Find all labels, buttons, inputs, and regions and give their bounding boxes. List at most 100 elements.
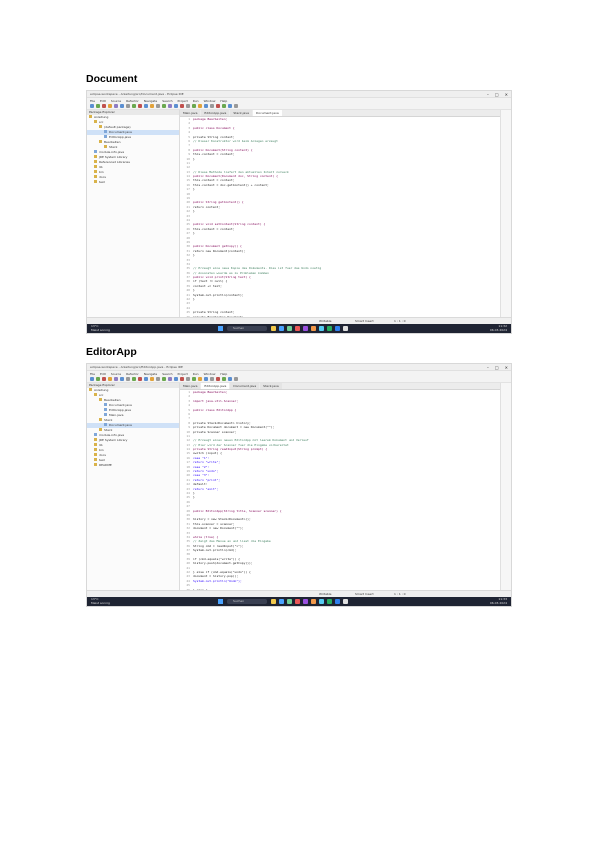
taskbar-app-icon[interactable] bbox=[303, 599, 308, 604]
toolbar-button[interactable] bbox=[192, 377, 196, 381]
taskbar-app-icon[interactable] bbox=[311, 599, 316, 604]
taskbar-app-icon[interactable] bbox=[303, 326, 308, 331]
editor-tab[interactable]: Main.java bbox=[180, 383, 201, 389]
toolbar-button[interactable] bbox=[150, 104, 154, 108]
toolbar-button[interactable] bbox=[162, 104, 166, 108]
taskbar-search[interactable]: Suchen bbox=[227, 599, 267, 604]
toolbar-button[interactable] bbox=[156, 377, 160, 381]
code-area[interactable]: 1 package Bearbeiten; 2 3 public class Docum… bbox=[180, 117, 500, 317]
taskbar-app-icon[interactable] bbox=[343, 599, 348, 604]
editor-tab[interactable]: EditorApp.java bbox=[201, 110, 230, 116]
toolbar-button[interactable] bbox=[186, 104, 190, 108]
toolbar-button[interactable] bbox=[198, 104, 202, 108]
taskbar-app-icon[interactable] bbox=[287, 599, 292, 604]
toolbar-button[interactable] bbox=[162, 377, 166, 381]
taskbar-search[interactable]: Suchen bbox=[227, 326, 267, 331]
taskbar-app-icon[interactable] bbox=[319, 326, 324, 331]
toolbar-button[interactable] bbox=[216, 377, 220, 381]
menu-item[interactable]: Project bbox=[178, 372, 188, 376]
toolbar-button[interactable] bbox=[216, 104, 220, 108]
toolbar-button[interactable] bbox=[150, 377, 154, 381]
maximize-icon[interactable]: □ bbox=[495, 92, 499, 97]
toolbar-button[interactable] bbox=[90, 104, 94, 108]
toolbar-button[interactable] bbox=[234, 104, 238, 108]
taskbar-clock[interactable]: 11:33 06.03.2024 bbox=[490, 597, 507, 605]
taskbar-clock[interactable]: 11:32 06.03.2024 bbox=[490, 324, 507, 332]
editor-tab[interactable]: Stack.java bbox=[260, 383, 282, 389]
toolbar-button[interactable] bbox=[228, 377, 232, 381]
minimize-icon[interactable]: – bbox=[487, 365, 489, 370]
menu-item[interactable]: Refactor bbox=[126, 99, 139, 103]
toolbar-button[interactable] bbox=[120, 104, 124, 108]
toolbar-button[interactable] bbox=[114, 377, 118, 381]
toolbar-button[interactable] bbox=[180, 104, 184, 108]
menu-item[interactable]: Help bbox=[220, 372, 227, 376]
toolbar-button[interactable] bbox=[102, 377, 106, 381]
toolbar-button[interactable] bbox=[234, 377, 238, 381]
menu-item[interactable]: Refactor bbox=[126, 372, 139, 376]
taskbar-app-icon[interactable] bbox=[335, 599, 340, 604]
taskbar-app-icon[interactable] bbox=[279, 599, 284, 604]
menu-item[interactable]: Source bbox=[111, 372, 121, 376]
weather-widget[interactable]: 13°C Meist sonnig bbox=[91, 324, 110, 332]
tree-item[interactable]: test bbox=[87, 180, 179, 185]
menu-item[interactable]: Source bbox=[111, 99, 121, 103]
close-icon[interactable]: ✕ bbox=[505, 365, 508, 370]
toolbar-button[interactable] bbox=[138, 377, 142, 381]
toolbar-button[interactable] bbox=[120, 377, 124, 381]
toolbar-button[interactable] bbox=[198, 377, 202, 381]
toolbar-button[interactable] bbox=[138, 104, 142, 108]
toolbar-button[interactable] bbox=[204, 104, 208, 108]
menu-item[interactable]: Edit bbox=[100, 372, 106, 376]
editor-tab[interactable]: Document.java bbox=[230, 383, 260, 389]
editor-tab[interactable]: EditorApp.java bbox=[201, 383, 230, 389]
toolbar-button[interactable] bbox=[156, 104, 160, 108]
toolbar-button[interactable] bbox=[114, 104, 118, 108]
windows-start-icon[interactable] bbox=[218, 326, 223, 331]
toolbar-button[interactable] bbox=[210, 104, 214, 108]
taskbar-app-icon[interactable] bbox=[335, 326, 340, 331]
close-icon[interactable]: ✕ bbox=[505, 92, 508, 97]
menu-item[interactable]: Help bbox=[220, 99, 227, 103]
toolbar-button[interactable] bbox=[96, 104, 100, 108]
toolbar-button[interactable] bbox=[174, 104, 178, 108]
menu-item[interactable]: Search bbox=[162, 372, 172, 376]
toolbar-button[interactable] bbox=[228, 104, 232, 108]
toolbar-button[interactable] bbox=[144, 104, 148, 108]
toolbar-button[interactable] bbox=[126, 104, 130, 108]
tree-item[interactable]: README bbox=[87, 463, 179, 468]
toolbar-button[interactable] bbox=[144, 377, 148, 381]
menu-item[interactable]: Edit bbox=[100, 99, 106, 103]
editor-tab[interactable]: Stack.java bbox=[230, 110, 252, 116]
menu-item[interactable]: Run bbox=[193, 99, 199, 103]
menu-item[interactable]: Search bbox=[162, 99, 172, 103]
menu-item[interactable]: Run bbox=[193, 372, 199, 376]
toolbar-button[interactable] bbox=[90, 377, 94, 381]
menu-item[interactable]: File bbox=[90, 99, 95, 103]
toolbar-button[interactable] bbox=[186, 377, 190, 381]
taskbar-app-icon[interactable] bbox=[343, 326, 348, 331]
taskbar-app-icon[interactable] bbox=[287, 326, 292, 331]
toolbar-button[interactable] bbox=[192, 104, 196, 108]
taskbar-app-icon[interactable] bbox=[295, 599, 300, 604]
toolbar-button[interactable] bbox=[108, 104, 112, 108]
menu-item[interactable]: Window bbox=[204, 372, 216, 376]
toolbar-button[interactable] bbox=[210, 377, 214, 381]
menu-item[interactable]: Window bbox=[204, 99, 216, 103]
menu-item[interactable]: Navigate bbox=[144, 99, 157, 103]
menu-item[interactable]: Project bbox=[178, 99, 188, 103]
toolbar-button[interactable] bbox=[96, 377, 100, 381]
toolbar-button[interactable] bbox=[132, 104, 136, 108]
menu-item[interactable]: File bbox=[90, 372, 95, 376]
taskbar-app-icon[interactable] bbox=[271, 599, 276, 604]
taskbar-app-icon[interactable] bbox=[327, 599, 332, 604]
taskbar-app-icon[interactable] bbox=[271, 326, 276, 331]
toolbar-button[interactable] bbox=[132, 377, 136, 381]
taskbar-app-icon[interactable] bbox=[311, 326, 316, 331]
weather-widget[interactable]: 13°C Meist sonnig bbox=[91, 597, 110, 605]
taskbar-app-icon[interactable] bbox=[295, 326, 300, 331]
taskbar-app-icon[interactable] bbox=[327, 326, 332, 331]
toolbar-button[interactable] bbox=[168, 377, 172, 381]
editor-tab[interactable]: Main.java bbox=[180, 110, 201, 116]
toolbar-button[interactable] bbox=[222, 377, 226, 381]
